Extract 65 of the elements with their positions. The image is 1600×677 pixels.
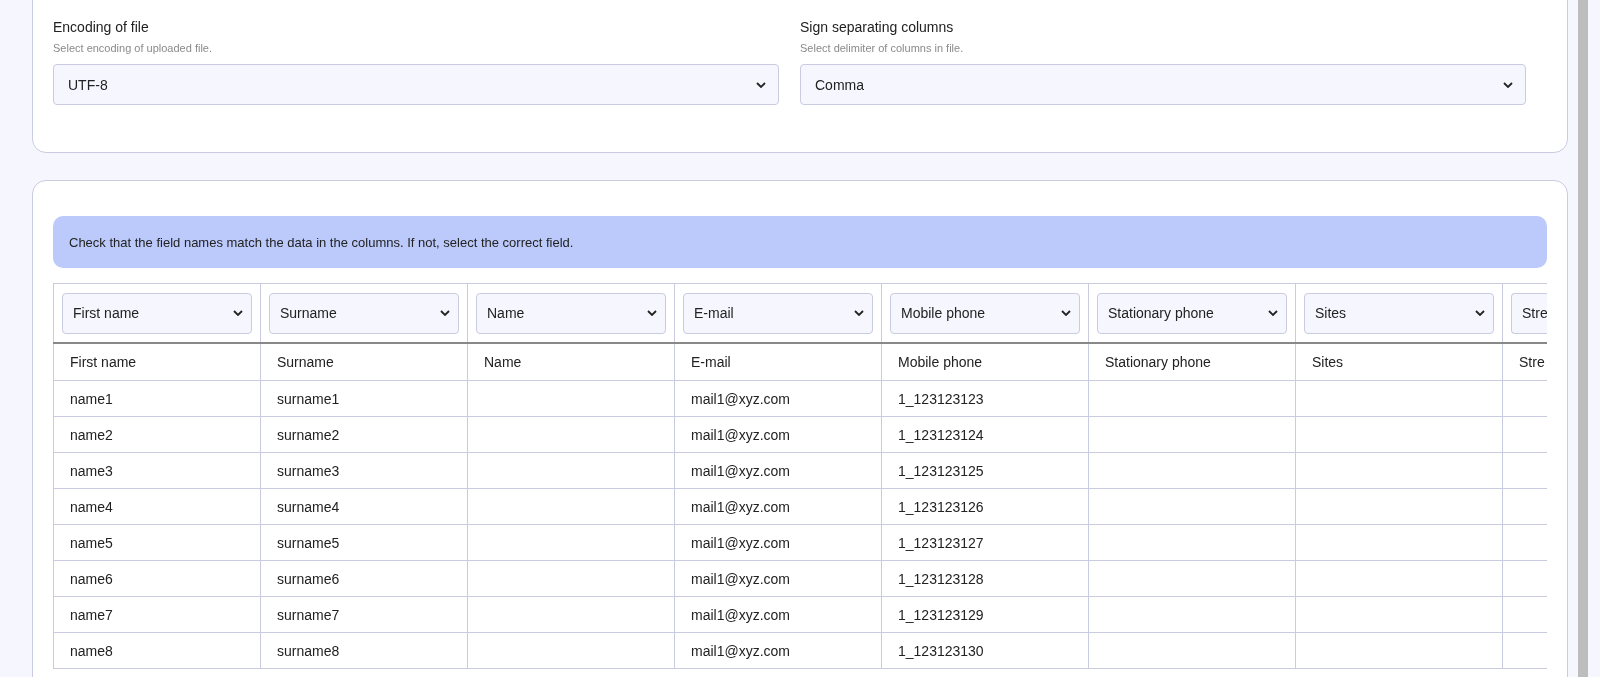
table-cell: name7 — [70, 606, 113, 623]
field-dropdown[interactable]: Name — [476, 292, 666, 334]
chevron-down-icon — [1475, 310, 1485, 316]
scrollbar[interactable] — [1578, 0, 1588, 677]
setting-label: Encoding of file — [53, 18, 150, 36]
table-cell: mail1@xyz.com — [691, 390, 790, 407]
table-cell: mail1@xyz.com — [691, 606, 790, 623]
table-cell: mail1@xyz.com — [691, 498, 790, 515]
column-header: Sites — [1312, 354, 1344, 370]
table-cell: surname4 — [277, 498, 340, 515]
column-header: First name — [70, 354, 137, 370]
column-header: Stre — [1519, 354, 1545, 370]
table-cell: name5 — [70, 534, 113, 551]
table-cell: 1_123123130 — [898, 642, 984, 659]
chevron-down-icon — [647, 310, 657, 316]
column-header: Stationary phone — [1105, 354, 1211, 370]
chevron-down-icon — [440, 310, 450, 316]
setting-hint: Select delimiter of columns in file. — [800, 41, 965, 55]
setting-hint: Select encoding of uploaded file. — [53, 41, 213, 55]
column-header: Name — [484, 354, 522, 370]
table-cell: 1_123123123 — [898, 390, 984, 407]
chevron-down-icon — [756, 81, 766, 88]
table-cell: surname2 — [277, 426, 340, 443]
chevron-down-icon — [1061, 310, 1071, 316]
column-header: Mobile phone — [898, 354, 983, 370]
table-cell: name6 — [70, 570, 113, 587]
column-header: Surname — [277, 354, 334, 370]
table-cell: 1_123123127 — [898, 534, 984, 551]
table-cell: surname7 — [277, 606, 340, 623]
table-cell: name1 — [70, 390, 113, 407]
field-dropdown[interactable]: Sites — [1304, 292, 1494, 334]
info-banner: Check that the field names match the data in the columns. If not, select the correct field. — [53, 216, 1547, 268]
table-cell: name8 — [70, 642, 113, 659]
field-dropdown[interactable]: Surname — [269, 292, 459, 334]
chevron-down-icon — [854, 310, 864, 316]
table-cell: 1_123123124 — [898, 426, 984, 443]
dropdown[interactable]: Comma — [800, 64, 1526, 105]
table-cell: name4 — [70, 498, 113, 515]
table-cell: mail1@xyz.com — [691, 642, 790, 659]
table-cell: name2 — [70, 426, 113, 443]
table-cell: 1_123123129 — [898, 606, 984, 623]
table-cell: surname1 — [277, 390, 340, 407]
setting-label: Sign separating columns — [800, 18, 955, 36]
table-cell: mail1@xyz.com — [691, 462, 790, 479]
table-cell: mail1@xyz.com — [691, 570, 790, 587]
field-dropdown[interactable]: First name — [62, 292, 252, 334]
chevron-down-icon — [1268, 310, 1278, 316]
chevron-down-icon — [233, 310, 243, 316]
dropdown[interactable]: UTF-8 — [53, 64, 779, 105]
table-cell: name3 — [70, 462, 113, 479]
field-dropdown[interactable]: Stationary phone — [1097, 292, 1287, 334]
column-header: E-mail — [691, 354, 731, 370]
table-cell: 1_123123126 — [898, 498, 984, 515]
table-cell: surname5 — [277, 534, 340, 551]
table-cell: 1_123123125 — [898, 462, 984, 479]
field-dropdown[interactable]: Stre — [1511, 292, 1547, 334]
table-cell: mail1@xyz.com — [691, 426, 790, 443]
table-cell: mail1@xyz.com — [691, 534, 790, 551]
table-cell: surname8 — [277, 642, 340, 659]
chevron-down-icon — [1503, 81, 1513, 88]
table-cell: surname3 — [277, 462, 340, 479]
table-cell: surname6 — [277, 570, 340, 587]
field-dropdown[interactable]: E-mail — [683, 292, 873, 334]
field-dropdown[interactable]: Mobile phone — [890, 292, 1080, 334]
table-cell: 1_123123128 — [898, 570, 984, 587]
